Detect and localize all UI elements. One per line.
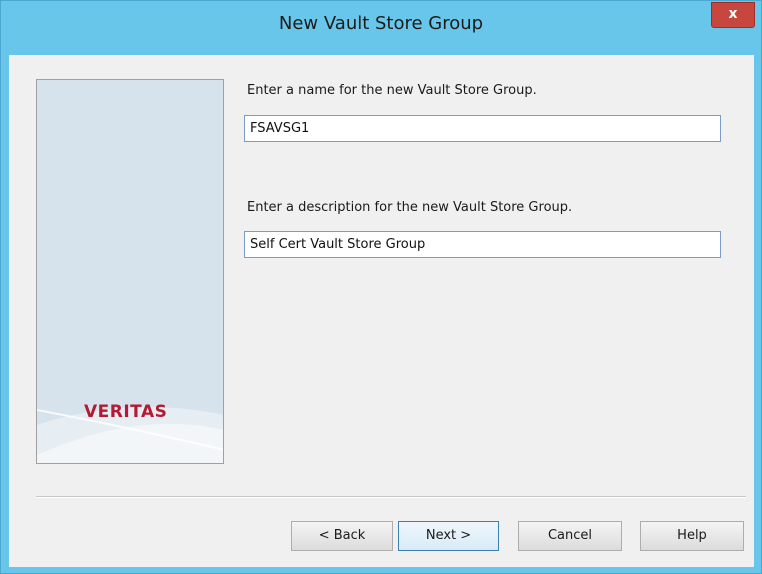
wizard-side-panel: VERITAS	[36, 79, 224, 464]
help-button[interactable]: Help	[640, 521, 744, 551]
description-input[interactable]	[244, 231, 721, 258]
name-input[interactable]	[244, 115, 721, 142]
window-title: New Vault Store Group	[278, 13, 484, 34]
close-button[interactable]: x	[711, 2, 755, 28]
footer-separator	[36, 496, 746, 498]
next-button[interactable]: Next >	[398, 521, 499, 551]
name-label: Enter a name for the new Vault Store Gro…	[247, 83, 537, 98]
title-bar[interactable]: New Vault Store Group x	[1, 1, 761, 55]
cancel-button[interactable]: Cancel	[518, 521, 622, 551]
description-label: Enter a description for the new Vault St…	[247, 200, 573, 215]
veritas-logo: VERITAS	[84, 402, 168, 422]
dialog-body: VERITAS Enter a name for the new Vault S…	[9, 55, 754, 567]
back-button[interactable]: < Back	[291, 521, 393, 551]
dialog-window: New Vault Store Group x VERITAS Enter a …	[0, 0, 762, 574]
